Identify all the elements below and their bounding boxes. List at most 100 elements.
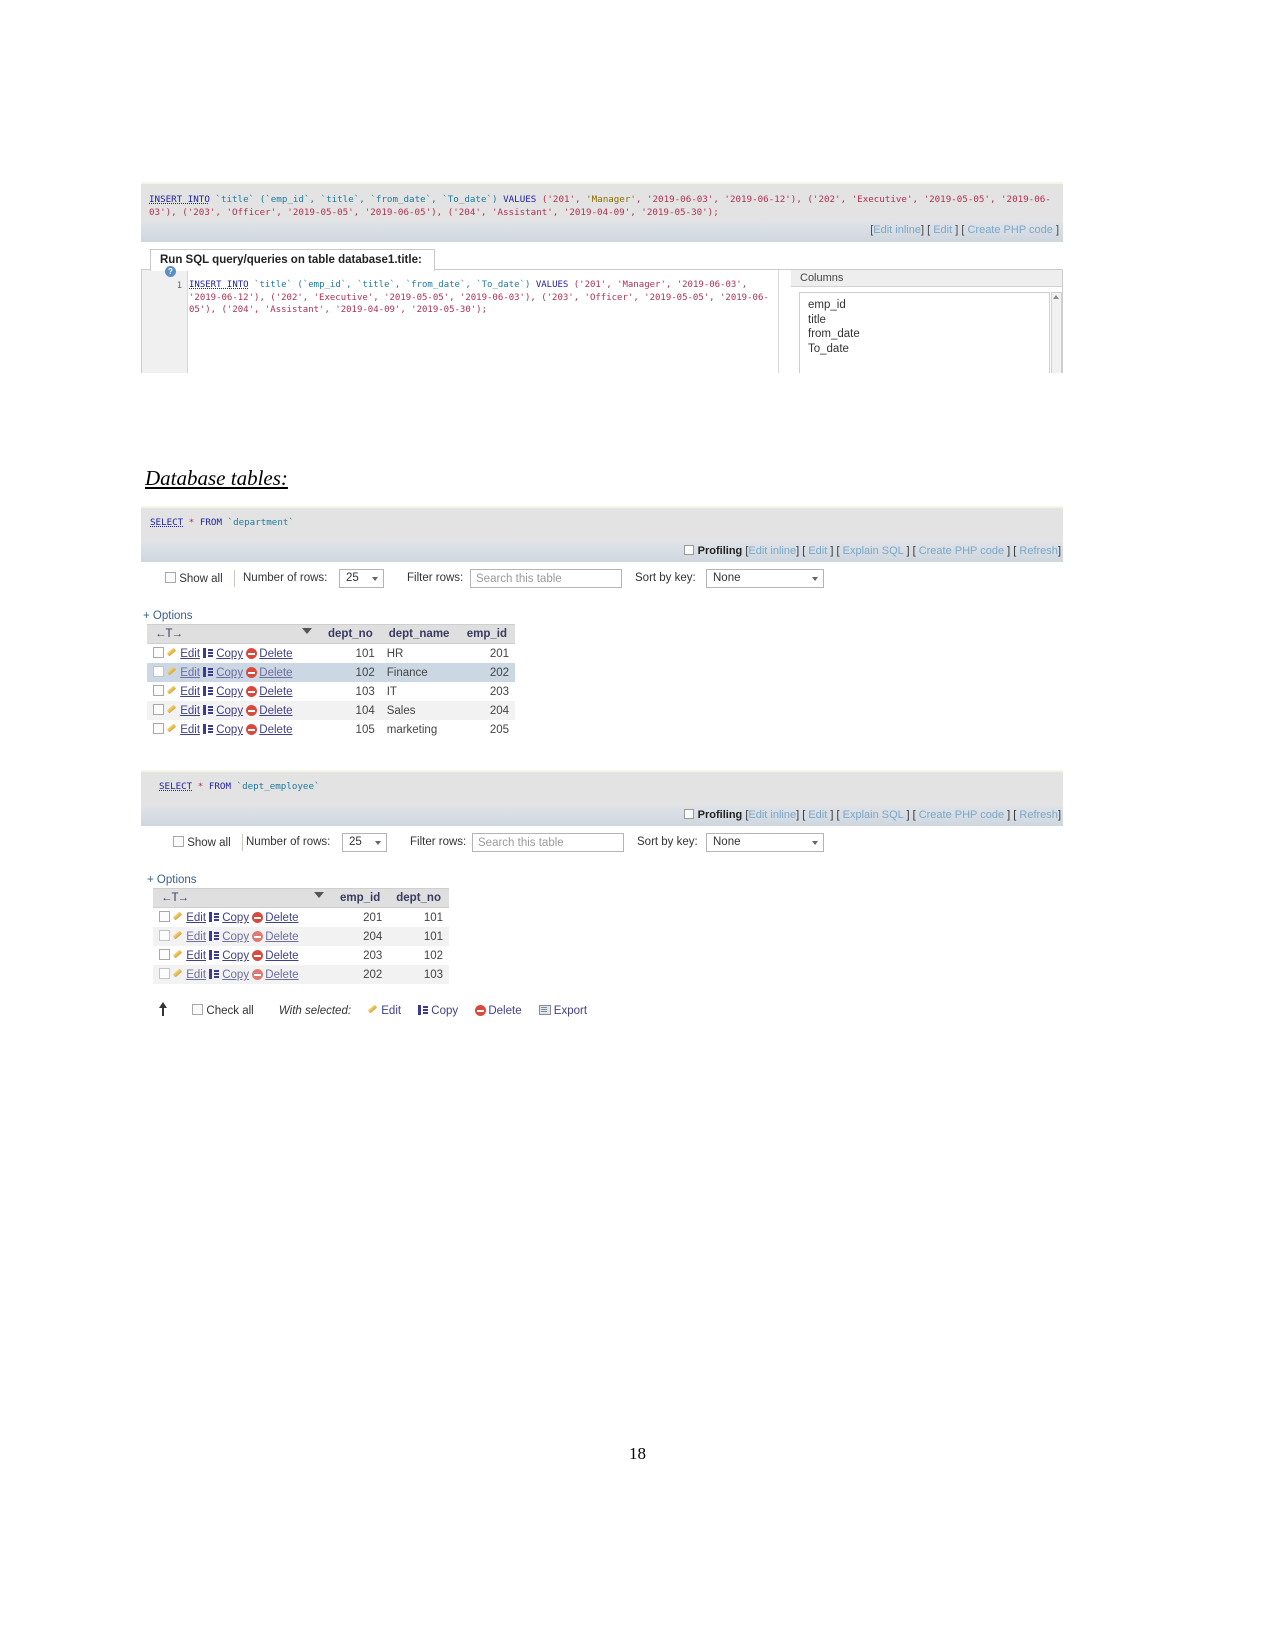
edit-link[interactable]: Edit — [808, 545, 827, 557]
row-copy-link[interactable]: Copy — [216, 667, 243, 679]
row-delete-link[interactable]: Delete — [259, 705, 292, 717]
row-edit-link[interactable]: Edit — [186, 912, 206, 924]
row-checkbox[interactable] — [159, 930, 170, 941]
row-copy-link[interactable]: Copy — [216, 686, 243, 698]
columns-list[interactable]: emp_id title from_date To_date — [799, 292, 1050, 373]
row-delete-link[interactable]: Delete — [265, 931, 298, 943]
table-header-cell[interactable]: emp_id — [332, 888, 389, 908]
row-checkbox[interactable] — [153, 704, 164, 715]
row-delete-link[interactable]: Delete — [265, 912, 298, 924]
table-row[interactable]: Edit Copy Delete 204 101 — [153, 927, 449, 946]
options-toggle-department[interactable]: + Options — [143, 610, 193, 622]
refresh-link[interactable]: Refresh — [1019, 809, 1058, 821]
footer-delete-link[interactable]: Delete — [488, 1005, 521, 1017]
profiling-checkbox[interactable] — [683, 809, 694, 819]
table-row[interactable]: Edit Copy Delete 104 Sales 204 — [147, 701, 515, 720]
table-header-cell[interactable]: dept_no — [320, 624, 381, 644]
row-edit-link[interactable]: Edit — [180, 648, 200, 660]
column-item[interactable]: from_date — [808, 327, 1049, 342]
row-checkbox[interactable] — [159, 949, 170, 960]
footer-copy-link[interactable]: Copy — [431, 1005, 458, 1017]
profiling-checkbox[interactable] — [683, 545, 694, 555]
row-actions-cell: Edit Copy Delete — [147, 663, 320, 682]
row-checkbox[interactable] — [153, 685, 164, 696]
show-all-checkbox[interactable] — [173, 836, 184, 847]
table-row[interactable]: Edit Copy Delete 201 101 — [153, 907, 449, 927]
filter-rows-input[interactable]: Search this table — [472, 833, 624, 852]
row-edit-link[interactable]: Edit — [186, 931, 206, 943]
create-php-code-link[interactable]: Create PHP code — [919, 545, 1004, 557]
show-all-checkbox[interactable] — [165, 572, 176, 583]
chevron-up-icon[interactable] — [1053, 295, 1059, 299]
row-delete-link[interactable]: Delete — [259, 686, 292, 698]
show-all-control[interactable]: Show all — [165, 572, 223, 585]
number-of-rows-select[interactable]: 25 — [342, 833, 387, 852]
explain-sql-link[interactable]: Explain SQL — [843, 809, 904, 821]
table-row[interactable]: Edit Copy Delete 101 HR 201 — [147, 643, 515, 663]
row-checkbox[interactable] — [159, 968, 170, 979]
sort-by-key-select[interactable]: None — [706, 833, 824, 852]
show-all-control[interactable]: Show all — [173, 836, 231, 849]
help-icon[interactable]: ? — [165, 266, 176, 277]
table-row[interactable]: Edit Copy Delete 105 marketing 205 — [147, 720, 515, 739]
columns-scrollbar[interactable] — [1051, 292, 1062, 373]
create-php-code-link[interactable]: Create PHP code — [919, 809, 1004, 821]
table-header-cell[interactable]: emp_id — [458, 624, 515, 644]
footer-export-link[interactable]: Export — [554, 1005, 587, 1017]
row-edit-link[interactable]: Edit — [180, 686, 200, 698]
options-toggle-dept-employee[interactable]: + Options — [147, 874, 197, 886]
column-item[interactable]: To_date — [808, 342, 1049, 357]
navigation-arrows-icon[interactable]: ←T→ — [161, 892, 189, 904]
table-row[interactable]: Edit Copy Delete 103 IT 203 — [147, 682, 515, 701]
row-copy-link[interactable]: Copy — [222, 950, 249, 962]
select-all-arrow-icon[interactable] — [155, 1002, 173, 1016]
row-delete-link[interactable]: Delete — [259, 667, 292, 679]
navigation-arrows-icon[interactable]: ←T→ — [155, 628, 183, 640]
filter-rows-placeholder[interactable]: Search this table — [472, 833, 624, 852]
filter-rows-placeholder[interactable]: Search this table — [470, 569, 622, 588]
row-copy-link[interactable]: Copy — [216, 724, 243, 736]
row-edit-link[interactable]: Edit — [186, 969, 206, 981]
sort-by-key-select[interactable]: None — [706, 569, 824, 588]
row-edit-link[interactable]: Edit — [180, 705, 200, 717]
edit-link[interactable]: Edit — [808, 809, 827, 821]
sort-caret-icon[interactable] — [314, 892, 324, 898]
row-checkbox[interactable] — [159, 911, 170, 922]
row-copy-link[interactable]: Copy — [222, 931, 249, 943]
row-edit-link[interactable]: Edit — [186, 950, 206, 962]
table-row[interactable]: Edit Copy Delete 203 102 — [153, 946, 449, 965]
explain-sql-link[interactable]: Explain SQL — [843, 545, 904, 557]
column-item[interactable]: title — [808, 313, 1049, 328]
row-delete-link[interactable]: Delete — [265, 969, 298, 981]
table-header-cell[interactable]: dept_name — [380, 624, 459, 644]
refresh-link[interactable]: Refresh — [1019, 545, 1058, 557]
row-copy-link[interactable]: Copy — [222, 912, 249, 924]
edit-inline-link[interactable]: Edit inline — [748, 545, 796, 557]
row-edit-link[interactable]: Edit — [180, 667, 200, 679]
table-row[interactable]: Edit Copy Delete 102 Finance 202 — [147, 663, 515, 682]
table-header-cell[interactable]: dept_no — [388, 888, 449, 908]
row-delete-link[interactable]: Delete — [265, 950, 298, 962]
filter-rows-input[interactable]: Search this table — [470, 569, 622, 588]
check-all-checkbox[interactable] — [192, 1004, 204, 1015]
row-checkbox[interactable] — [153, 723, 164, 734]
edit-inline-link[interactable]: Edit inline — [748, 809, 796, 821]
row-edit-link[interactable]: Edit — [180, 724, 200, 736]
result-controls-department: Show all Number of rows: 25 Filter rows:… — [141, 568, 1063, 598]
sort-caret-icon[interactable] — [302, 628, 312, 634]
table-row[interactable]: Edit Copy Delete 202 103 — [153, 965, 449, 984]
create-php-code-link[interactable]: Create PHP code — [967, 224, 1052, 236]
row-copy-link[interactable]: Copy — [216, 648, 243, 660]
edit-inline-link[interactable]: Edit inline — [873, 224, 921, 236]
row-copy-link[interactable]: Copy — [222, 969, 249, 981]
sql-editor-textarea[interactable]: INSERT INTO `title` (`emp_id`, `title`, … — [189, 279, 772, 317]
row-checkbox[interactable] — [153, 666, 164, 677]
number-of-rows-select[interactable]: 25 — [339, 569, 384, 588]
row-copy-link[interactable]: Copy — [216, 705, 243, 717]
column-item[interactable]: emp_id — [808, 298, 1049, 313]
row-delete-link[interactable]: Delete — [259, 724, 292, 736]
row-checkbox[interactable] — [153, 647, 164, 658]
row-delete-link[interactable]: Delete — [259, 648, 292, 660]
footer-edit-link[interactable]: Edit — [381, 1005, 401, 1017]
edit-link[interactable]: Edit — [933, 224, 952, 236]
